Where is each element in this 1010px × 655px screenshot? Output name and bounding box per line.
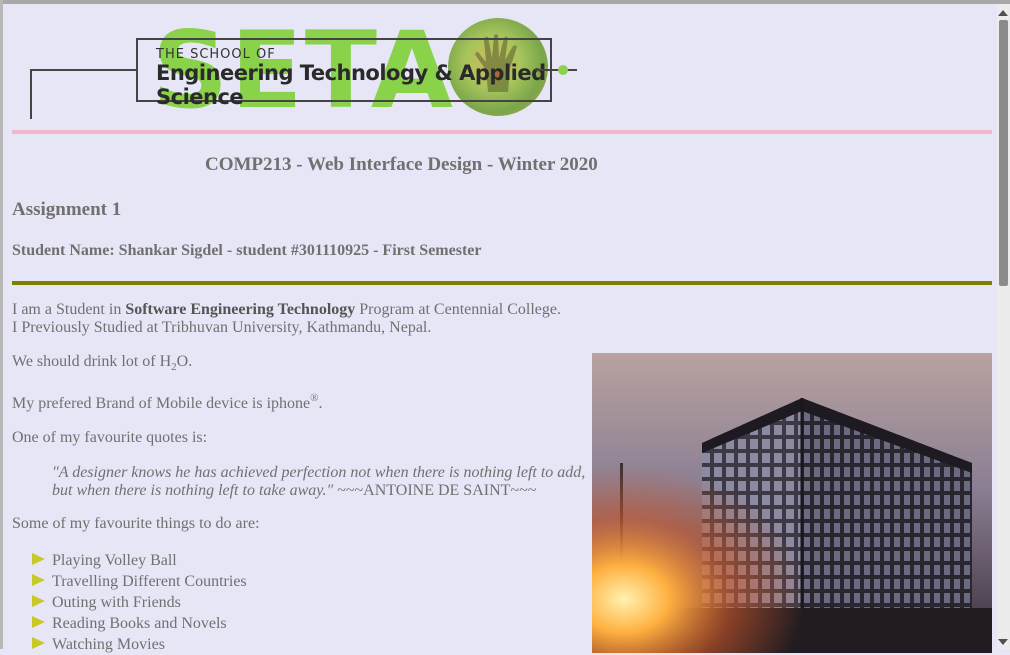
water-subscript: 2 [171,361,177,373]
page-content: SETAS THE SCHOOL OF Engineering Technolo… [12,4,992,653]
brand-post: . [318,395,323,412]
olive-divider [12,281,992,285]
scrollbar-thumb[interactable] [999,20,1008,286]
favourite-things-list: Playing Volley Ball Travelling Different… [32,550,247,655]
college-building-photo [592,353,992,653]
pink-divider [12,130,992,134]
scroll-down-arrow-icon[interactable] [998,639,1008,645]
banner-line-horizontal [30,69,136,71]
course-title: COMP213 - Web Interface Design - Winter … [205,154,598,175]
quotes-intro: One of my favourite quotes is: [12,429,208,446]
intro-post: Program at Centennial College. [355,301,561,318]
intro-pre: I am a Student in [12,301,126,318]
list-item-label: Reading Books and Novels [52,615,227,632]
banner-dot [558,65,568,75]
banner-school-line: THE SCHOOL OF [156,47,276,62]
setas-banner-logo: SETAS THE SCHOOL OF Engineering Technolo… [12,14,612,124]
list-item-label: Outing with Friends [52,594,181,611]
yellow-triangle-bullet-icon [32,637,45,649]
list-item-label: Travelling Different Countries [52,573,247,590]
blockquote: "A designer knows he has achieved perfec… [52,464,592,500]
banner-line-vertical [30,69,32,119]
water-line: We should drink lot of H2O. [12,353,193,373]
list-item: Outing with Friends [32,592,247,613]
list-item: Travelling Different Countries [32,571,247,592]
yellow-triangle-bullet-icon [32,616,45,628]
water-post: O. [176,353,193,370]
list-item-label: Watching Movies [52,636,165,653]
student-line: Student Name: Shankar Sigdel - student #… [12,242,482,259]
list-item: Reading Books and Novels [32,613,247,634]
program-name: Software Engineering Technology [125,301,356,318]
registered-mark: ® [310,392,319,404]
list-item: Playing Volley Ball [32,550,247,571]
yellow-triangle-bullet-icon [32,574,45,586]
quote-author: ~~~ANTOINE DE SAINT~~~ [333,482,537,499]
list-item-label: Playing Volley Ball [52,552,177,569]
things-intro: Some of my favourite things to do are: [12,515,260,532]
window-left-border [0,0,3,649]
scroll-up-arrow-icon[interactable] [998,10,1008,16]
brand-pre: My prefered Brand of Mobile device is ip… [12,395,311,412]
brand-line: My prefered Brand of Mobile device is ip… [12,392,323,414]
banner-tail-line [535,69,577,71]
vertical-scrollbar[interactable] [997,4,1010,649]
yellow-triangle-bullet-icon [32,553,45,565]
yellow-triangle-bullet-icon [32,595,45,607]
intro-line-2: I Previously Studied at Tribhuvan Univer… [12,319,432,336]
water-pre: We should drink lot of H [12,353,172,370]
assignment-title: Assignment 1 [12,199,122,220]
list-item: Watching Movies [32,634,247,655]
intro-line-1: I am a Student in Software Engineering T… [12,301,561,319]
